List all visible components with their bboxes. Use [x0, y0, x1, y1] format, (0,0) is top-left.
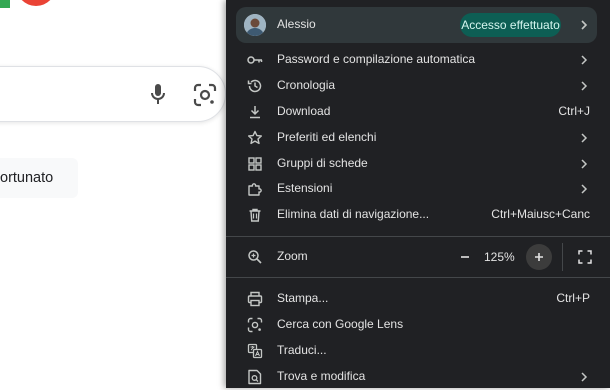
menu-item-label: Traduci...: [277, 343, 327, 357]
zoom-in-button[interactable]: [526, 244, 552, 270]
menu-divider: [226, 277, 610, 278]
menu-item-label: Stampa...: [277, 291, 329, 305]
menu-item-label: Preferiti ed elenchi: [277, 130, 377, 144]
menu-item-clear-browsing-data[interactable]: Elimina dati di navigazione... Ctrl+Maiu…: [226, 202, 610, 228]
menu-item-history[interactable]: Cronologia: [226, 73, 610, 99]
camera-search-icon[interactable]: [192, 82, 218, 108]
chevron-right-icon: [581, 20, 588, 30]
menu-item-bookmarks[interactable]: Preferiti ed elenchi: [226, 125, 610, 151]
menu-item-tab-groups[interactable]: Gruppi di schede: [226, 151, 610, 177]
profile-name: Alessio: [277, 17, 316, 31]
menu-item-google-lens[interactable]: Cerca con Google Lens: [226, 312, 610, 338]
sync-status-badge: Accesso effettuato: [460, 13, 561, 37]
keyboard-shortcut: Ctrl+Maiusc+Canc: [491, 207, 590, 221]
chevron-right-icon: [581, 372, 588, 382]
fullscreen-button[interactable]: [572, 244, 598, 270]
feeling-lucky-button[interactable]: ortunato: [0, 158, 78, 198]
chevron-right-icon: [581, 55, 588, 65]
chevron-right-icon: [581, 184, 588, 194]
feeling-lucky-label: ortunato: [0, 170, 54, 186]
chevron-right-icon: [581, 133, 588, 143]
key-icon: [247, 56, 263, 64]
menu-item-print[interactable]: Stampa... Ctrl+P: [226, 286, 610, 312]
google-logo-fragment: [0, 0, 51, 8]
microphone-icon[interactable]: [146, 82, 170, 106]
keyboard-shortcut: Ctrl+J: [558, 104, 590, 118]
plus-icon: [535, 253, 543, 261]
menu-item-zoom: Zoom: [226, 244, 610, 270]
avatar: [244, 14, 266, 36]
star-icon: [248, 130, 262, 145]
menu-item-label: Cronologia: [277, 78, 336, 92]
menu-item-downloads[interactable]: Download Ctrl+J: [226, 99, 610, 125]
menu-item-label: Estensioni: [277, 181, 333, 195]
translate-icon: [247, 343, 263, 359]
minus-icon: [461, 256, 469, 258]
menu-item-passwords[interactable]: Password e compilazione automatica: [226, 47, 610, 73]
menu-item-label: Trova e modifica: [277, 369, 366, 383]
history-icon: [247, 79, 262, 93]
menu-item-label: Password e compilazione automatica: [277, 52, 476, 66]
profile-row[interactable]: Alessio Accesso effettuato: [236, 7, 597, 43]
find-edit-icon: [248, 369, 262, 385]
menu-item-translate[interactable]: Traduci...: [226, 338, 610, 364]
zoom-out-button[interactable]: [452, 244, 478, 270]
zoom-level: 125%: [484, 250, 515, 264]
extension-icon: [248, 183, 262, 196]
menu-item-label: Download: [277, 104, 331, 118]
menu-item-extensions[interactable]: Estensioni: [226, 176, 610, 202]
download-icon: [250, 106, 260, 119]
menu-divider: [226, 236, 610, 237]
keyboard-shortcut: Ctrl+P: [556, 291, 590, 305]
menu-item-label: Gruppi di schede: [277, 156, 368, 170]
chevron-right-icon: [581, 81, 588, 91]
zoom-separator: [562, 243, 563, 271]
zoom-label: Zoom: [277, 249, 308, 263]
zoom-icon: [248, 250, 262, 264]
google-lens-icon: [247, 317, 263, 333]
menu-item-label: Elimina dati di navigazione...: [277, 207, 430, 221]
tab-groups-icon: [248, 157, 262, 171]
chevron-right-icon: [581, 159, 588, 169]
menu-item-label: Cerca con Google Lens: [277, 317, 404, 331]
chrome-menu: Alessio Accesso effettuato Password e co…: [226, 0, 610, 388]
print-icon: [247, 291, 263, 307]
menu-item-find-edit[interactable]: Trova e modifica: [226, 364, 610, 390]
trash-icon: [249, 208, 261, 222]
fullscreen-icon: [578, 250, 592, 264]
